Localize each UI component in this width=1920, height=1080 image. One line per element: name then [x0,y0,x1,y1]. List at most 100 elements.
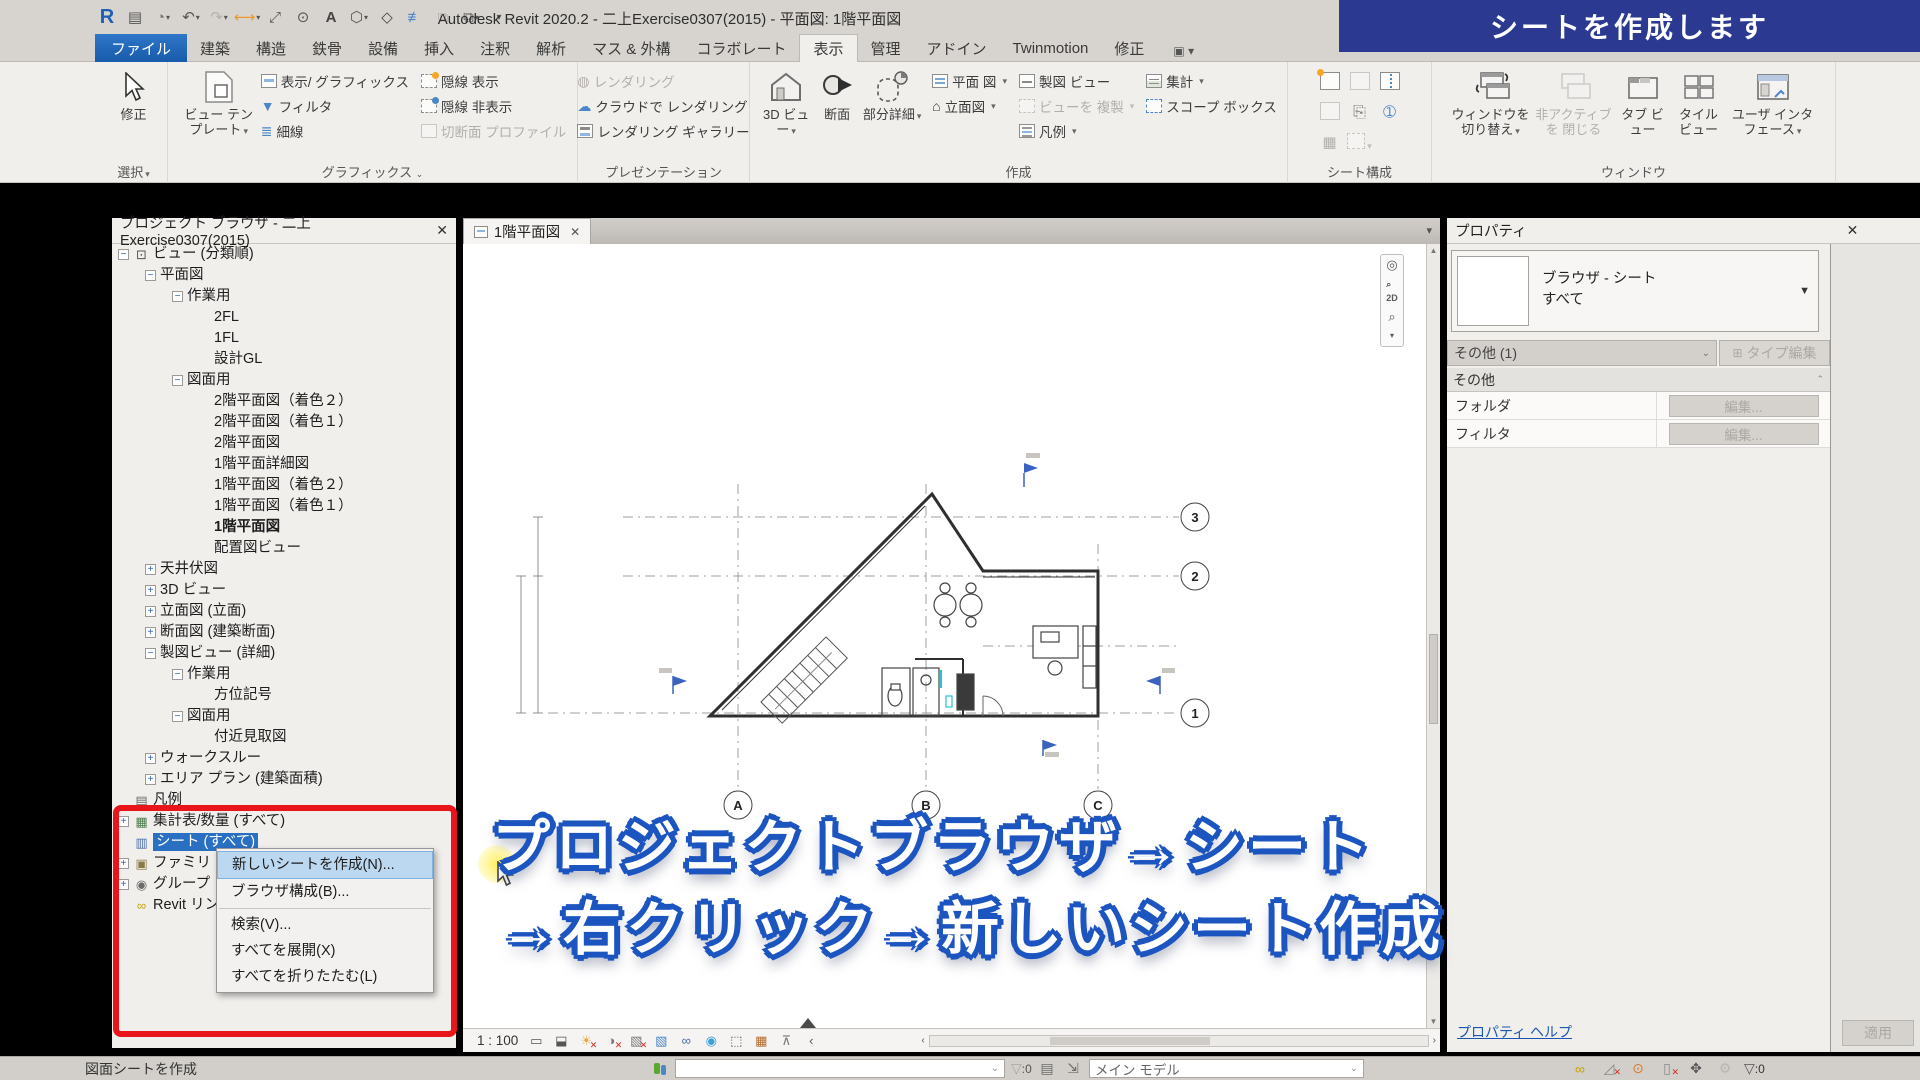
tab-4[interactable]: 挿入 [411,34,467,62]
tree-item-15[interactable]: +天井伏図 [112,559,456,580]
close-inactive-button[interactable]: 非アクティブを 閉じる [1534,64,1614,137]
tab-11[interactable]: アドイン [914,34,1000,62]
constraints-icon[interactable]: ⊼ [777,1032,795,1050]
duplicate-view-button[interactable]: ビューを 複製 [1019,95,1134,117]
tree-item-21[interactable]: 方位記号 [112,685,456,706]
view-template-button[interactable]: ビュー テンプレート [179,64,259,139]
expand-box-icon[interactable]: + [118,816,129,827]
worksets-icon[interactable] [652,1060,669,1077]
visibility-graphics-button[interactable]: 表示/ グラフィックス [261,70,409,92]
view-tab-close-icon[interactable]: ✕ [570,225,580,239]
sheet-placeholder-button[interactable] [1320,102,1340,125]
tree-item-10[interactable]: 1階平面詳細図 [112,454,456,475]
horizontal-scrollbar[interactable]: ‹ › [921,1029,1440,1052]
tree-item-20[interactable]: −作業用 [112,664,456,685]
section-button[interactable]: 断面 [814,64,860,122]
temporary-hide-isolate-icon[interactable]: ∞ [677,1032,695,1050]
select-pinned-icon[interactable]: ⊙ [1628,1060,1648,1077]
expand-box-icon[interactable]: + [145,627,156,638]
type-selector[interactable]: ブラウザ - シート すべて ▼ [1451,250,1819,332]
tree-item-25[interactable]: +エリア プラン (建築面積) [112,769,456,790]
titleblock-button[interactable] [1350,72,1370,95]
select-underlay-icon[interactable]: ◿✕ [1599,1060,1619,1077]
remove-hidden-lines-button[interactable]: 隠線 非表示 [421,95,566,117]
menu-item-4[interactable]: すべてを展開(X) [217,938,433,964]
sun-path-icon[interactable]: ☀✕ [577,1032,595,1050]
detail-level-icon[interactable]: ▭ [527,1032,545,1050]
tree-item-1[interactable]: −平面図 [112,265,456,286]
modify-button[interactable]: 修正 [100,64,167,122]
tab-0[interactable]: 建築 [187,34,243,62]
expand-box-icon[interactable]: + [145,564,156,575]
group-label-select[interactable]: 選択 [100,162,167,181]
tree-item-18[interactable]: +断面図 (建築断面) [112,622,456,643]
scope-box-button[interactable]: スコープ ボックス [1146,95,1277,117]
elevation-view-button[interactable]: ⌂立面図 [932,95,1007,117]
tab-8[interactable]: コラボレート [683,34,799,62]
collapse-box-icon[interactable]: − [172,375,183,386]
render-gallery-button[interactable]: レンダリング ギャラリー [577,120,749,142]
properties-close-icon[interactable]: ✕ [1847,222,1859,239]
tree-item-4[interactable]: 1FL [112,328,456,349]
viewports-button[interactable] [1347,133,1372,154]
tab-13[interactable]: 修正 [1101,34,1157,62]
tree-item-14[interactable]: 配置図ビュー [112,538,456,559]
schedule-button[interactable]: 集計 [1146,70,1277,92]
view-scale[interactable]: 1 : 100 [477,1033,518,1048]
drag-on-selection-icon[interactable]: ✥ [1686,1060,1706,1077]
show-crop-icon[interactable]: ▧ [652,1032,670,1050]
expand-box-icon[interactable]: + [118,879,129,890]
active-option-icon[interactable]: ⇲ [1063,1060,1083,1077]
zoom-2d-icon[interactable]: ⌕2D [1386,277,1398,305]
type-selector-dropdown-icon[interactable]: ▼ [1799,285,1810,297]
apply-button[interactable]: 適用 [1842,1020,1914,1046]
scroll-down-icon[interactable]: ▼ [1427,1017,1440,1026]
tree-item-3[interactable]: 2FL [112,307,456,328]
tree-item-22[interactable]: −図面用 [112,706,456,727]
design-options-icon[interactable]: ▤ [1037,1060,1057,1077]
navbar-expand-icon[interactable]: ▾ [1390,329,1394,343]
tree-item-24[interactable]: +ウォークスルー [112,748,456,769]
element-filter-combo[interactable]: その他 (1)⌄ [1447,340,1717,366]
tile-views-button[interactable]: タイル ビュー [1672,64,1726,137]
worksharing-display-icon[interactable]: ▦ [752,1032,770,1050]
menu-item-0[interactable]: 新しいシートを作成(N)... [217,851,433,879]
select-by-face-icon[interactable]: ▯✕ [1657,1060,1677,1077]
filter-button[interactable]: ▼フィルタ [261,95,409,117]
show-hidden-lines-button[interactable]: 隠線 表示 [421,70,566,92]
collapse-box-icon[interactable]: − [172,669,183,680]
tree-item-23[interactable]: 付近見取図 [112,727,456,748]
design-option-combo[interactable]: メイン モデル⌄ [1089,1059,1364,1078]
tab-12[interactable]: Twinmotion [1000,34,1102,62]
duplicate-sheet-button[interactable]: ⎘ [1353,104,1366,122]
tab-5[interactable]: 注釈 [467,34,523,62]
plan-view-button[interactable]: 平面 図 [932,70,1007,92]
tree-item-12[interactable]: 1階平面図（着色１） [112,496,456,517]
properties-header[interactable]: プロパティ ✕ [1447,218,1920,244]
tree-item-9[interactable]: 2階平面図 [112,433,456,454]
reveal-hidden-icon[interactable]: ◉ [702,1032,720,1050]
project-browser-close-icon[interactable]: ✕ [436,222,448,239]
tab-9[interactable]: 表示 [799,34,857,62]
navigation-bar[interactable]: ◎ ⌕2D ⌕ ▾ [1380,254,1404,347]
vertical-scroll-thumb[interactable] [1429,634,1438,724]
shadows-icon[interactable]: ◑✕ [602,1032,620,1050]
expand-box-icon[interactable]: + [145,774,156,785]
edit-button[interactable]: 編集... [1669,395,1819,417]
collapse-box-icon[interactable]: − [172,291,183,302]
tree-item-8[interactable]: 2階平面図（着色１） [112,412,456,433]
tree-item-26[interactable]: ▤凡例 [112,790,456,811]
menu-item-1[interactable]: ブラウザ構成(B)... [217,879,433,905]
tree-item-17[interactable]: +立面図 (立面) [112,601,456,622]
thin-lines-button[interactable]: ≣細線 [261,120,409,142]
tab-10[interactable]: 管理 [858,34,914,62]
edit-type-button[interactable]: ⊞ タイプ編集 [1719,340,1830,366]
tree-item-16[interactable]: +3D ビュー [112,580,456,601]
tree-item-27[interactable]: +▦集計表/数量 (すべて) [112,811,456,832]
tab-3[interactable]: 設備 [355,34,411,62]
tree-item-11[interactable]: 1階平面図（着色２） [112,475,456,496]
ribbon-display-toggle-icon[interactable]: ▣ ▾ [1167,40,1200,62]
scroll-up-icon[interactable]: ▲ [1427,246,1440,255]
tree-item-5[interactable]: 設計GL [112,349,456,370]
guide-grid-button[interactable]: ▦ [1322,134,1336,152]
